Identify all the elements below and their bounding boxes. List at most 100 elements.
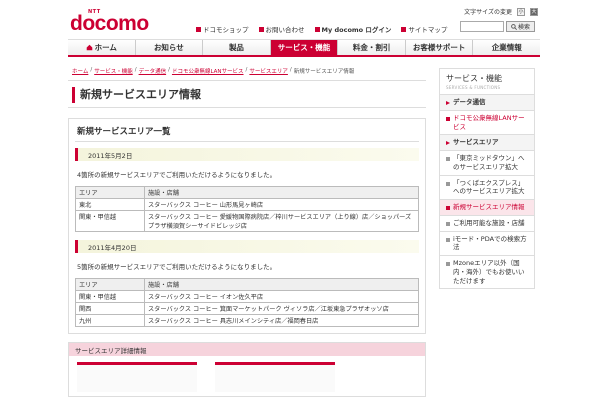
bullet-icon bbox=[446, 181, 450, 186]
bullet-icon bbox=[446, 157, 450, 162]
facility-cell: スターバックス コーヒー 具志川メインシティ店／福岡春日店 bbox=[144, 314, 419, 327]
area-cell: 九州 bbox=[75, 314, 145, 327]
search-button-label: 検索 bbox=[517, 24, 530, 31]
docomo-logo[interactable]: NTT docomo bbox=[70, 9, 180, 37]
breadcrumb-link[interactable]: ホーム bbox=[72, 67, 88, 75]
breadcrumb-link[interactable]: サービス・機能 bbox=[94, 67, 133, 75]
new-area-panel: 新規サービスエリア一覧 2011年5月2日 4箇所の新規サービスエリアでご利用い… bbox=[68, 118, 426, 334]
local-nav: サービス・機能 SERVICES & FUNCTIONS データ通信 ドコモ公衆… bbox=[439, 68, 535, 290]
local-nav-label: データ通信 bbox=[453, 98, 486, 106]
area-table: エリア 施設・店舗 関東・甲信越 スターバックス コーヒー イオン佐久平店 関西… bbox=[75, 278, 419, 327]
local-nav-public-wlan[interactable]: ドコモ公衆無線LANサービス bbox=[439, 110, 535, 136]
local-nav-mzone-outside[interactable]: Mzoneエリア以外（国内・海外）でもお使いいただけます bbox=[439, 256, 535, 290]
breadcrumb-link[interactable]: データ通信 bbox=[139, 67, 167, 75]
area-cell: 東北 bbox=[75, 198, 145, 211]
local-nav-tsukuba-express[interactable]: 「つくばエクスプレス」へのサービスエリア拡大 bbox=[439, 175, 535, 201]
facility-cell: スターバックス コーヒー イオン佐久平店 bbox=[144, 290, 419, 303]
util-link-docomo-shop[interactable]: ドコモショップ bbox=[196, 24, 249, 34]
table-header-row: エリア 施設・店舗 bbox=[75, 186, 419, 199]
table-row: 九州 スターバックス コーヒー 具志川メインシティ店／福岡春日店 bbox=[75, 314, 419, 327]
font-size-large-button[interactable]: 大 bbox=[530, 7, 538, 16]
column-header-area: エリア bbox=[75, 278, 145, 291]
local-nav-new-area-info[interactable]: 新規サービスエリア情報 bbox=[439, 200, 535, 216]
service-area-detail-box: サービスエリア詳細情報 bbox=[68, 342, 426, 397]
bullet-icon bbox=[258, 26, 264, 32]
facility-cell: スターバックス コーヒー 山形馬見ヶ崎店 bbox=[144, 198, 419, 211]
section-intro: 4箇所の新規サービスエリアでご利用いただけるようになりました。 bbox=[77, 171, 277, 179]
gnav-label: お客様サポート bbox=[412, 43, 466, 52]
local-nav-label: ご利用可能な施設・店舗 bbox=[453, 218, 525, 227]
bullet-icon bbox=[446, 206, 450, 211]
local-nav-tokyo-midtown[interactable]: 「東京ミッドタウン」へのサービスエリア拡大 bbox=[439, 151, 535, 176]
local-nav-label: ドコモ公衆無線LANサービス bbox=[453, 113, 525, 131]
docomo-wordmark: docomo bbox=[70, 12, 149, 35]
gnav-services[interactable]: サービス・機能 bbox=[270, 40, 339, 55]
font-size-control: 文字サイズの変更 小 大 bbox=[464, 7, 538, 16]
gnav-support[interactable]: お客様サポート bbox=[406, 40, 474, 55]
bullet-icon bbox=[446, 262, 450, 267]
gnav-corporate[interactable]: 企業情報 bbox=[473, 40, 540, 55]
search-icon bbox=[511, 23, 517, 30]
section-date: 2011年5月2日 bbox=[75, 148, 419, 161]
table-row: 関東・甲信越 スターバックス コーヒー 愛媛物国際病院店／梓川サービスエリア（上… bbox=[75, 210, 419, 232]
site-search: 検索 bbox=[460, 21, 535, 32]
util-link-label: ドコモショップ bbox=[203, 26, 249, 34]
local-nav-label: iモード・PDAでの検索方法 bbox=[453, 234, 527, 252]
local-nav-imode-search[interactable]: iモード・PDAでの検索方法 bbox=[439, 231, 535, 257]
breadcrumb: ホーム / サービス・機能 / データ通信 / ドコモ公衆無線LANサービス / サービ… bbox=[72, 67, 354, 75]
table-row: 関東・甲信越 スターバックス コーヒー イオン佐久平店 bbox=[75, 290, 419, 303]
detail-tab[interactable] bbox=[77, 362, 197, 392]
local-nav-service-area[interactable]: サービスエリア bbox=[439, 135, 535, 152]
local-nav-title: サービス・機能 bbox=[446, 74, 502, 83]
page-title: 新規サービスエリア情報 bbox=[68, 80, 426, 108]
local-nav-subtitle: SERVICES & FUNCTIONS bbox=[446, 85, 501, 90]
font-size-label: 文字サイズの変更 bbox=[464, 9, 512, 16]
util-link-label: My docomo ログイン bbox=[321, 26, 392, 34]
local-nav-available-facilities[interactable]: ご利用可能な施設・店舗 bbox=[439, 215, 535, 232]
local-nav-label: Mzoneエリア以外（国内・海外）でもお使いいただけます bbox=[453, 259, 525, 285]
gnav-products[interactable]: 製品 bbox=[203, 40, 271, 55]
breadcrumb-separator: / bbox=[168, 67, 170, 73]
util-link-label: お問い合わせ bbox=[265, 26, 305, 34]
gnav-label: 料金・割引 bbox=[352, 43, 391, 52]
gnav-news[interactable]: お知らせ bbox=[136, 40, 204, 55]
column-header-facility: 施設・店舗 bbox=[144, 186, 419, 199]
utility-links: ドコモショップ お問い合わせ My docomo ログイン サイトマップ bbox=[196, 24, 447, 34]
arrow-right-icon bbox=[446, 141, 450, 146]
column-header-facility: 施設・店舗 bbox=[144, 278, 419, 291]
local-nav-data-comm[interactable]: データ通信 bbox=[439, 95, 535, 111]
breadcrumb-current: 新規サービスエリア情報 bbox=[293, 69, 355, 75]
area-cell: 関東・甲信越 bbox=[75, 210, 145, 232]
font-size-small-button[interactable]: 小 bbox=[517, 7, 525, 16]
util-link-my-docomo-login[interactable]: My docomo ログイン bbox=[314, 24, 392, 34]
breadcrumb-separator: / bbox=[289, 67, 292, 73]
detail-box-body bbox=[69, 356, 425, 396]
breadcrumb-separator: / bbox=[134, 67, 137, 73]
bullet-icon bbox=[401, 26, 407, 32]
section-intro: 5箇所の新規サービスエリアでご利用いただけるようになりました。 bbox=[77, 263, 277, 271]
bullet-icon bbox=[314, 26, 320, 32]
arrow-right-icon bbox=[446, 101, 450, 105]
breadcrumb-separator: / bbox=[90, 67, 93, 73]
search-input[interactable] bbox=[460, 21, 504, 32]
util-link-sitemap[interactable]: サイトマップ bbox=[401, 24, 447, 34]
breadcrumb-link[interactable]: サービスエリア bbox=[249, 67, 288, 75]
gnav-label: ホーム bbox=[94, 43, 117, 52]
breadcrumb-link[interactable]: ドコモ公衆無線LANサービス bbox=[172, 67, 244, 75]
util-link-contact[interactable]: お問い合わせ bbox=[258, 24, 305, 34]
area-cell: 関東・甲信越 bbox=[75, 290, 145, 303]
facility-cell: スターバックス コーヒー 愛媛物国際病院店／梓川サービスエリア（上り線）店／ショ… bbox=[144, 210, 419, 232]
gnav-label: 企業情報 bbox=[491, 43, 522, 52]
util-link-label: サイトマップ bbox=[408, 26, 448, 34]
column-header-area: エリア bbox=[75, 186, 145, 199]
local-nav-label: 新規サービスエリア情報 bbox=[453, 203, 525, 212]
facility-cell: スターバックス コーヒー 箕面マーケットパーク ヴィソラ店／江坂東急プラザオッソ… bbox=[144, 302, 419, 315]
gnav-pricing[interactable]: 料金・割引 bbox=[338, 40, 406, 55]
gnav-home[interactable]: ホーム bbox=[68, 40, 136, 55]
detail-tab[interactable] bbox=[215, 362, 335, 392]
gnav-label: 製品 bbox=[228, 43, 244, 52]
local-nav-label: 「つくばエクスプレス」へのサービスエリア拡大 bbox=[453, 178, 525, 196]
area-cell: 関西 bbox=[75, 302, 145, 315]
search-button[interactable]: 検索 bbox=[506, 21, 535, 32]
main-content: 新規サービスエリア情報 新規サービスエリア一覧 2011年5月2日 4箇所の新規… bbox=[68, 80, 426, 397]
